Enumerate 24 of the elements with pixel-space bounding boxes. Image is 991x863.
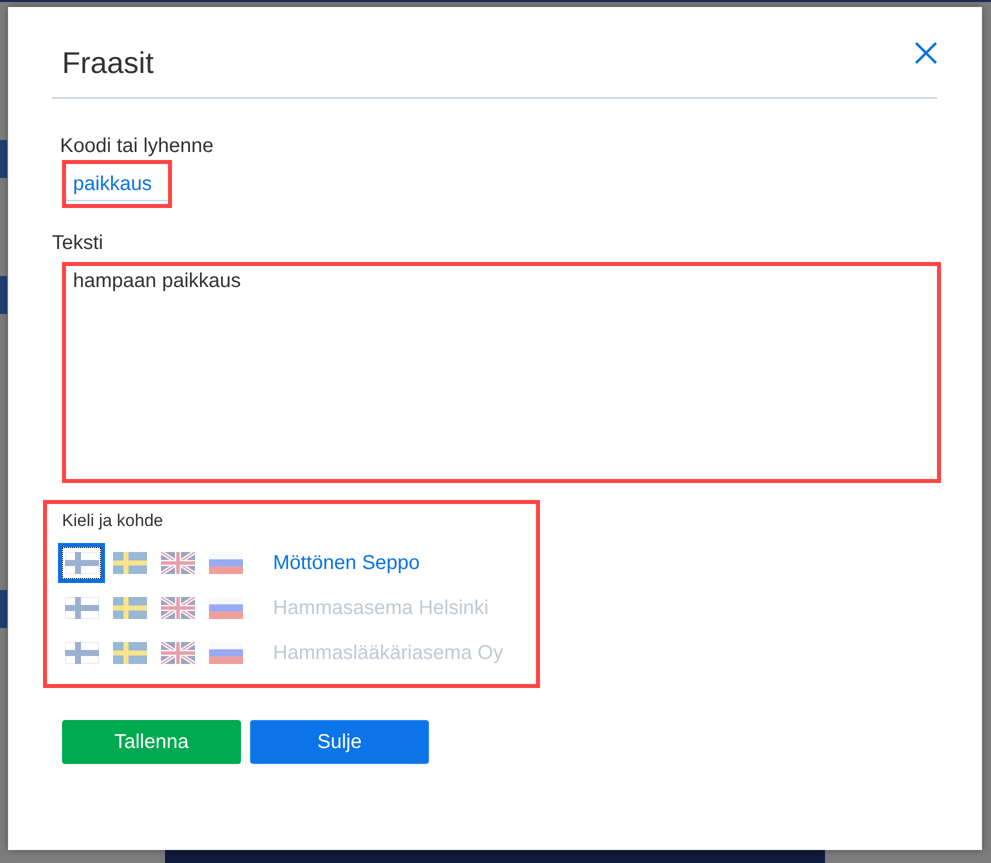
close-button[interactable] [915, 42, 937, 64]
sweden-flag-icon [112, 597, 146, 619]
finland-flag-icon [64, 642, 98, 664]
british-flag-icon [160, 597, 194, 619]
background-block [0, 276, 7, 314]
dialog-title: Fraasit [62, 46, 154, 82]
british-flag-icon [160, 552, 194, 574]
close-dialog-button[interactable]: Sulje [250, 720, 429, 764]
background-block [0, 590, 7, 628]
flag-button[interactable] [58, 543, 105, 583]
background-block [0, 140, 7, 178]
finland-flag-icon [64, 597, 98, 619]
field-label: Teksti [52, 232, 104, 254]
field-label: Koodi tai lyhenne [60, 135, 214, 157]
code-input[interactable]: paikkaus [62, 160, 172, 208]
text-area[interactable]: hampaan paikkaus [62, 262, 941, 483]
finland-flag-icon [64, 552, 98, 574]
sweden-flag-icon [112, 552, 146, 574]
close-icon [915, 42, 937, 64]
section-label: Kieli ja kohde [62, 511, 164, 530]
target-option[interactable]: Möttönen Seppo [273, 550, 420, 576]
save-button[interactable]: Tallenna [62, 720, 241, 764]
british-flag-icon [160, 642, 194, 664]
sweden-flag-icon [112, 642, 146, 664]
